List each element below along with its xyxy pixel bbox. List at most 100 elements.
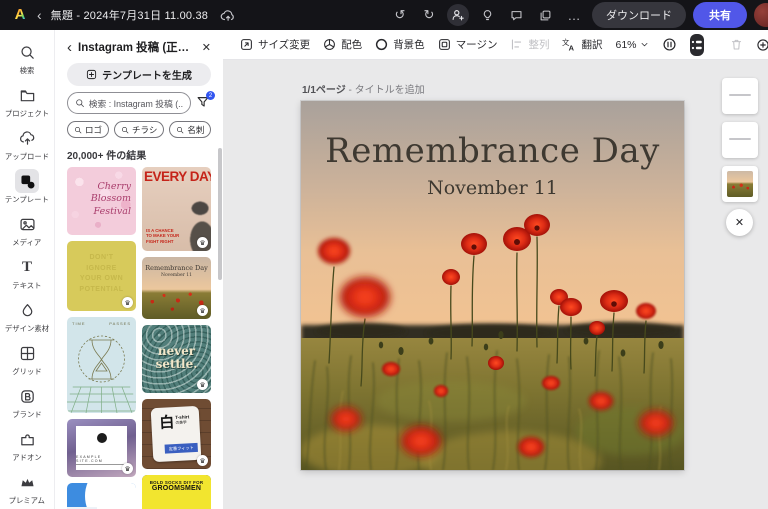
plus-circle-icon — [756, 38, 768, 51]
sidebar-item-uploads[interactable]: アップロード — [0, 123, 54, 166]
search-row: 検索 : Instagram 投稿 (... 2 — [67, 91, 215, 114]
template-variant-thumbnail-2[interactable] — [722, 122, 758, 158]
template-testimonial[interactable]: “ — [67, 483, 136, 509]
design-canvas[interactable]: Remembrance Day November 11 — [301, 101, 684, 470]
translate-button[interactable]: 文A 翻訳 — [562, 37, 602, 52]
template-example-site[interactable]: EXAMPLE SITE.COM ♛ — [67, 419, 136, 477]
align-button[interactable]: 整列 — [510, 37, 549, 52]
sidebar-item-design-assets[interactable]: デザイン素材 — [0, 295, 54, 338]
template-grid: Cherry Blossom Festival DON'T IGNORE YOU… — [67, 167, 211, 509]
panel-back-button[interactable]: ‹ — [67, 40, 72, 55]
panel-close-button[interactable]: ✕ — [202, 41, 211, 54]
sidebar-item-templates[interactable]: テンプレート — [0, 166, 54, 209]
folder-icon — [15, 83, 39, 107]
zoom-control[interactable]: 61% — [615, 39, 648, 51]
template-hourglass-tarot[interactable]: TIME PASSES — [67, 317, 136, 413]
sidebar-item-grid[interactable]: グリッド — [0, 338, 54, 381]
document-title[interactable]: 無題 - 2024年7月31日 11.00.38 — [51, 7, 208, 23]
more-options-button[interactable]: … — [563, 4, 585, 26]
template-yellow-potential[interactable]: DON'T IGNORE YOUR OWN POTENTIAL ♛ — [67, 241, 136, 311]
timer-icon — [662, 38, 676, 51]
upload-cloud-icon — [15, 126, 39, 150]
user-avatar[interactable] — [754, 3, 768, 27]
results-count: 20,000+ 件の結果 — [67, 151, 147, 162]
design-title-text[interactable]: Remembrance Day — [301, 131, 684, 171]
panel-scrollbar[interactable] — [218, 148, 222, 280]
comments-button[interactable] — [505, 4, 527, 26]
sidebar-item-addons[interactable]: アドオン — [0, 424, 54, 467]
template-groomsmen-socks[interactable]: BOLD SOCKS DIY FOR GROOMSMEN — [142, 475, 211, 509]
share-button[interactable]: 共有 — [693, 2, 747, 28]
download-button[interactable]: ダウンロード — [592, 2, 686, 28]
premium-badge: ♛ — [122, 297, 133, 308]
text-icon: T — [21, 258, 32, 275]
top-bar: A ‹ 無題 - 2024年7月31日 11.00.38 ↺ ↻ … ダウンロー… — [0, 0, 768, 30]
app-window: A ‹ 無題 - 2024年7月31日 11.00.38 ↺ ↻ … ダウンロー… — [0, 0, 768, 509]
animation-timing-button[interactable] — [662, 37, 677, 52]
addons-icon — [15, 427, 39, 451]
premium-badge: ♛ — [197, 379, 208, 390]
adobe-express-logo-icon[interactable]: A — [12, 7, 28, 23]
trash-icon — [731, 39, 741, 50]
template-remembrance-day[interactable]: Remembrance Day November 11 ♛ — [142, 257, 211, 319]
tshirt-photo: 白 T-shirt の美学 定番フィット — [150, 405, 202, 463]
resize-icon — [241, 39, 252, 50]
filter-button[interactable]: 2 — [196, 91, 215, 111]
search-icon — [121, 126, 129, 133]
premium-badge: ♛ — [122, 463, 133, 474]
resize-button[interactable]: サイズ変更 — [240, 37, 310, 52]
template-never-settle[interactable]: never settle. ♛ — [142, 325, 211, 393]
chip-flyer[interactable]: チラシ — [114, 121, 165, 138]
generate-sparkle-icon — [87, 69, 97, 80]
pages-overview-icon — [691, 40, 702, 49]
sidebar-item-premium[interactable]: プレミアム — [0, 467, 54, 509]
design-subtitle-text[interactable]: November 11 — [301, 177, 684, 199]
design-assets-icon — [15, 298, 39, 322]
template-grid-column-left: Cherry Blossom Festival DON'T IGNORE YOU… — [67, 167, 136, 509]
search-icon — [76, 99, 84, 108]
sidebar-item-media[interactable]: メディア — [0, 209, 54, 252]
undo-button[interactable]: ↺ — [389, 4, 411, 26]
back-button[interactable]: ‹ — [37, 8, 42, 22]
pages-overview-toggle[interactable] — [689, 33, 704, 56]
invite-people-button[interactable] — [447, 4, 469, 26]
template-variant-thumbnail-1[interactable] — [722, 78, 758, 114]
template-tshirt[interactable]: 白 T-shirt の美学 定番フィット ♛ — [142, 399, 211, 469]
template-every-day-boxer[interactable]: EVERY DAY IS A CHANCE TO MAKE YOUR FIGHT… — [142, 167, 211, 251]
svg-text:A: A — [569, 43, 575, 51]
template-cherry-blossom[interactable]: Cherry Blossom Festival — [67, 167, 136, 235]
templates-panel: ‹ Instagram 投稿 (正… ✕ テンプレートを生成 検索 : Inst… — [55, 30, 223, 509]
tips-lightbulb-button[interactable] — [476, 4, 498, 26]
template-search-input[interactable]: 検索 : Instagram 投稿 (... — [67, 92, 191, 114]
brand-icon — [15, 384, 39, 408]
canvas-area: サイズ変更 配色 背景色 マージン 整列 文A 翻訳 61% 1/1ページ - … — [223, 30, 768, 509]
sidebar-item-projects[interactable]: プロジェクト — [0, 80, 54, 123]
premium-badge: ♛ — [197, 455, 208, 466]
background-color-button[interactable]: 背景色 — [375, 37, 425, 52]
sidebar-item-brand[interactable]: ブランド — [0, 381, 54, 424]
delete-page-button[interactable] — [730, 38, 743, 51]
sidebar-item-text[interactable]: T テキスト — [0, 252, 54, 295]
color-wheel-icon — [324, 39, 336, 50]
premium-badge: ♛ — [197, 237, 208, 248]
duplicate-button[interactable] — [534, 4, 556, 26]
premium-badge: ♛ — [197, 305, 208, 316]
logo-dot — [96, 433, 107, 443]
panel-header: ‹ Instagram 投稿 (正… ✕ — [67, 38, 211, 56]
page-label[interactable]: 1/1ページ - タイトルを追加 — [302, 81, 425, 96]
sidebar-item-search[interactable]: 検索 — [0, 37, 54, 80]
color-scheme-button[interactable]: 配色 — [323, 37, 362, 52]
hourglass-line-art — [67, 335, 136, 413]
page-thumbnail-current[interactable] — [722, 166, 758, 202]
align-icon — [512, 39, 522, 50]
margin-button[interactable]: マージン — [438, 37, 497, 52]
generate-template-button[interactable]: テンプレートを生成 — [67, 63, 211, 86]
add-page-button[interactable]: 追加 — [756, 37, 768, 52]
redo-button[interactable]: ↻ — [418, 4, 440, 26]
context-toolbar: サイズ変更 配色 背景色 マージン 整列 文A 翻訳 61% — [223, 30, 768, 60]
chip-business-card[interactable]: 名刺 — [169, 121, 212, 138]
quote-icon: “ — [121, 500, 128, 509]
chip-logo[interactable]: ロゴ — [67, 121, 110, 138]
translate-icon: 文A — [562, 38, 575, 52]
close-pages-panel-button[interactable]: ✕ — [726, 209, 753, 236]
